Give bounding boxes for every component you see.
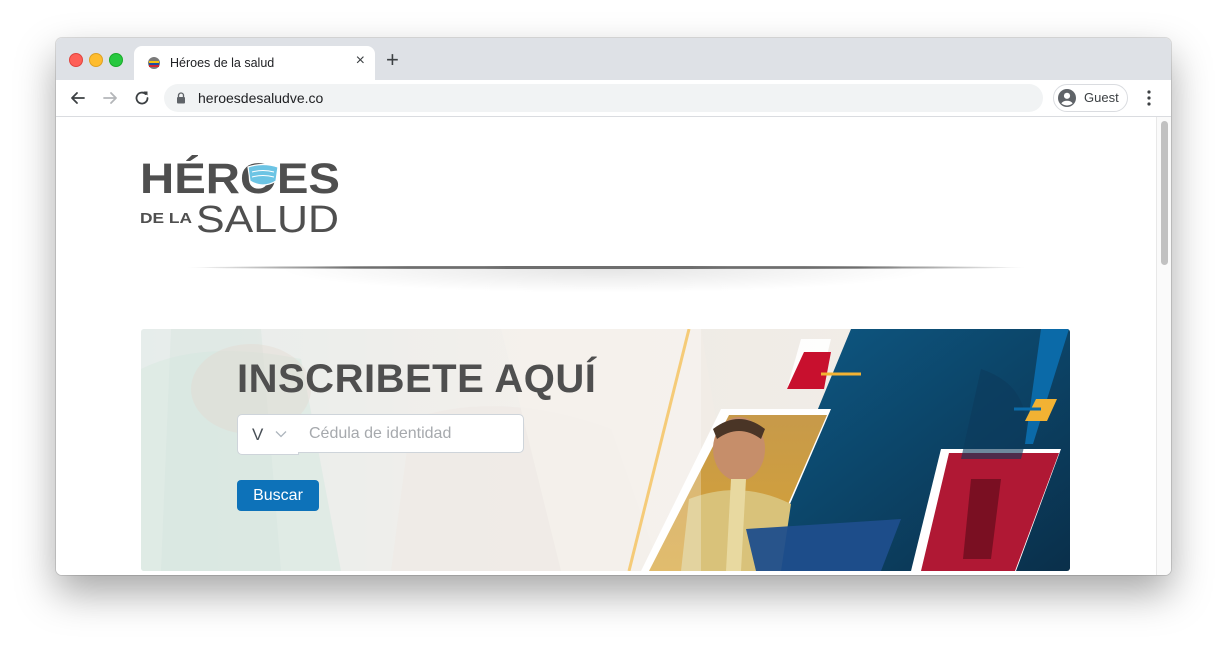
logo-line1: HÉROES	[140, 155, 340, 203]
profile-button[interactable]: Guest	[1053, 84, 1128, 112]
tab-strip: Héroes de la salud × +	[56, 38, 1171, 80]
heroes-de-la-salud-logo: HÉROES DE LA SALUD	[140, 155, 340, 241]
cedula-search-form: V	[237, 414, 537, 455]
face-mask-icon	[247, 163, 279, 186]
venezuela-flag-favicon	[148, 57, 160, 69]
kebab-menu-icon[interactable]	[1141, 88, 1157, 108]
back-arrow-icon[interactable]	[68, 88, 88, 108]
chevron-down-icon	[275, 431, 287, 438]
page-viewport: HÉROES DE LA SALUD INSCRIBETE AQUÍ V Céd…	[56, 117, 1156, 575]
cedula-input[interactable]	[298, 414, 524, 453]
tab-close-icon[interactable]: ×	[356, 52, 365, 70]
tab-title: Héroes de la salud	[170, 56, 275, 70]
logo-line2-large: SALUD	[196, 199, 339, 241]
zoom-window-button[interactable]	[109, 53, 123, 67]
buscar-button[interactable]: Buscar	[237, 480, 319, 511]
tab-heroes-de-la-salud[interactable]: Héroes de la salud ×	[134, 46, 375, 80]
header-divider-shadow	[276, 269, 936, 293]
reload-icon[interactable]	[132, 88, 152, 108]
address-bar[interactable]: heroesdesaludve.co	[164, 84, 1043, 112]
document-type-value: V	[252, 425, 264, 444]
browser-toolbar: heroesdesaludve.co Guest	[56, 80, 1171, 117]
new-tab-button[interactable]: +	[386, 49, 399, 71]
lock-icon	[177, 92, 185, 104]
profile-icon	[1058, 89, 1076, 107]
logo-line2-small: DE LA	[140, 210, 192, 227]
browser-window: Héroes de la salud × + heroesdesaludve.c…	[56, 38, 1171, 575]
url-text: heroesdesaludve.co	[198, 90, 324, 106]
scrollbar-thumb[interactable]	[1161, 121, 1168, 265]
profile-label: Guest	[1084, 90, 1119, 105]
minimize-window-button[interactable]	[89, 53, 103, 67]
close-window-button[interactable]	[69, 53, 83, 67]
banner-title: INSCRIBETE AQUÍ	[237, 357, 597, 401]
document-type-select[interactable]: V	[237, 414, 299, 455]
forward-arrow-icon[interactable]	[100, 88, 120, 108]
registration-banner: INSCRIBETE AQUÍ V Buscar	[141, 329, 1070, 571]
vertical-scrollbar[interactable]	[1156, 117, 1171, 575]
